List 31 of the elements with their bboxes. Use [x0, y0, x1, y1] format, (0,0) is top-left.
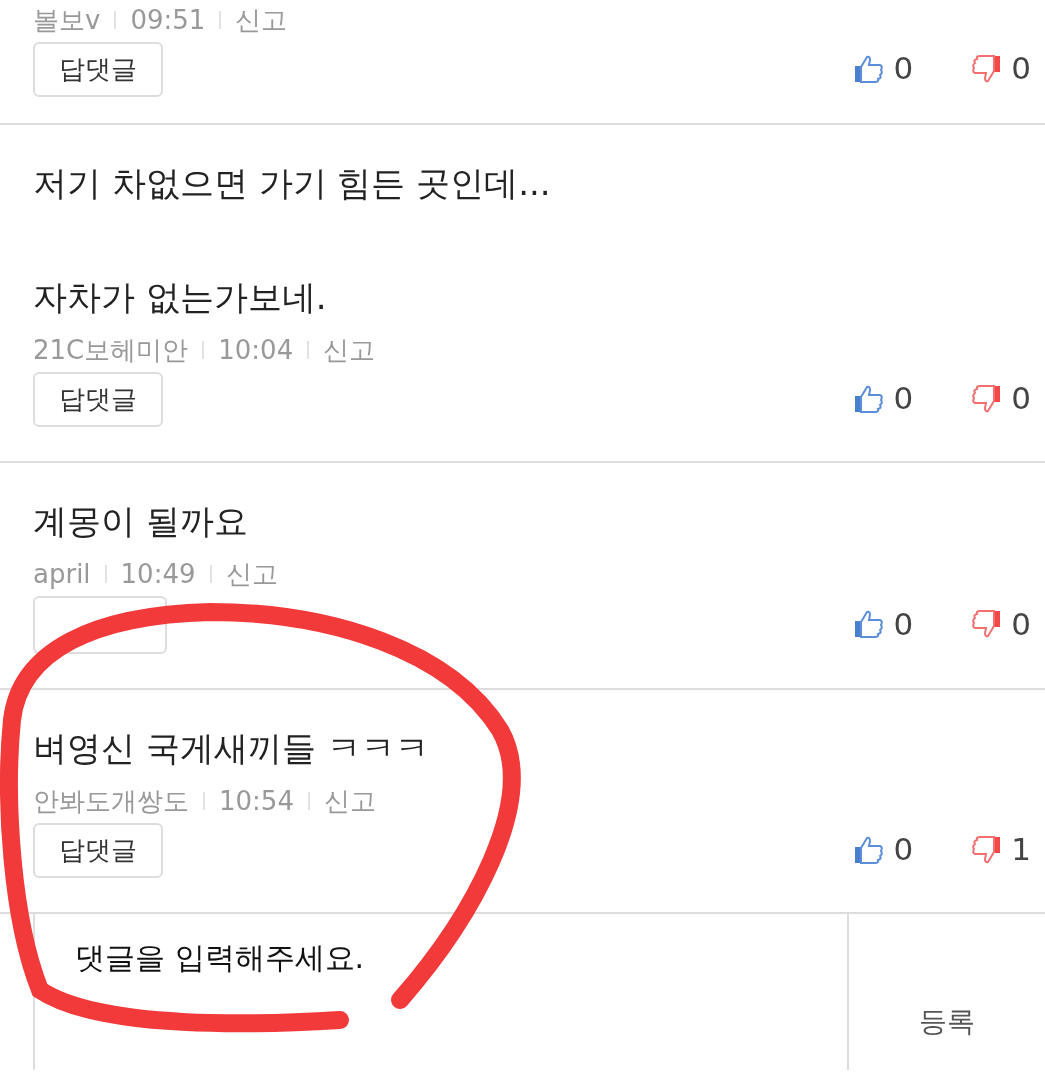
thumbs-up-icon[interactable] — [853, 609, 884, 639]
comment-text: 계몽이 될까요 — [33, 500, 249, 543]
comment-text: 벼영신 국게새끼들 ㅋㅋㅋ — [33, 727, 430, 770]
dislike-count: 1 — [1011, 830, 1031, 870]
reply-button[interactable]: 답댓글 — [33, 823, 163, 878]
comment-time: 10:54 — [219, 784, 294, 818]
comment-time: 10:49 — [120, 557, 196, 591]
author-name: 21C보헤미안 — [33, 333, 189, 367]
thumbs-up-icon[interactable] — [853, 383, 884, 414]
author-name: april — [33, 557, 91, 591]
author-name: 안봐도개쌍도 — [33, 784, 189, 818]
dislike-count: 0 — [1011, 379, 1031, 419]
like-count: 0 — [893, 49, 914, 89]
thumbs-up-icon[interactable] — [853, 53, 884, 84]
like-count: 0 — [893, 830, 914, 870]
comment-text: 저기 차없으면 가기 힘든 곳인데... 자차가 없는가보네. — [33, 162, 552, 319]
thumbs-up-icon[interactable] — [853, 834, 884, 865]
reply-button[interactable]: 답댓글 — [33, 42, 163, 97]
like-count: 0 — [893, 379, 914, 419]
reply-button[interactable]: 답댓글 — [33, 372, 163, 427]
comment-input-field[interactable]: 댓글을 입력해주세요. — [33, 914, 849, 1070]
like-count: 0 — [893, 604, 914, 644]
comment-time: 09:51 — [130, 3, 206, 37]
dislike-count: 0 — [1011, 49, 1031, 89]
thumbs-down-icon[interactable] — [971, 383, 1002, 414]
thumbs-down-icon[interactable] — [971, 834, 1002, 865]
thumbs-down-icon[interactable] — [971, 53, 1002, 84]
thumbs-down-icon[interactable] — [971, 609, 1002, 639]
author-name: 볼보v — [33, 3, 101, 37]
comment-time: 10:04 — [218, 333, 294, 367]
dislike-count: 0 — [1011, 604, 1031, 644]
